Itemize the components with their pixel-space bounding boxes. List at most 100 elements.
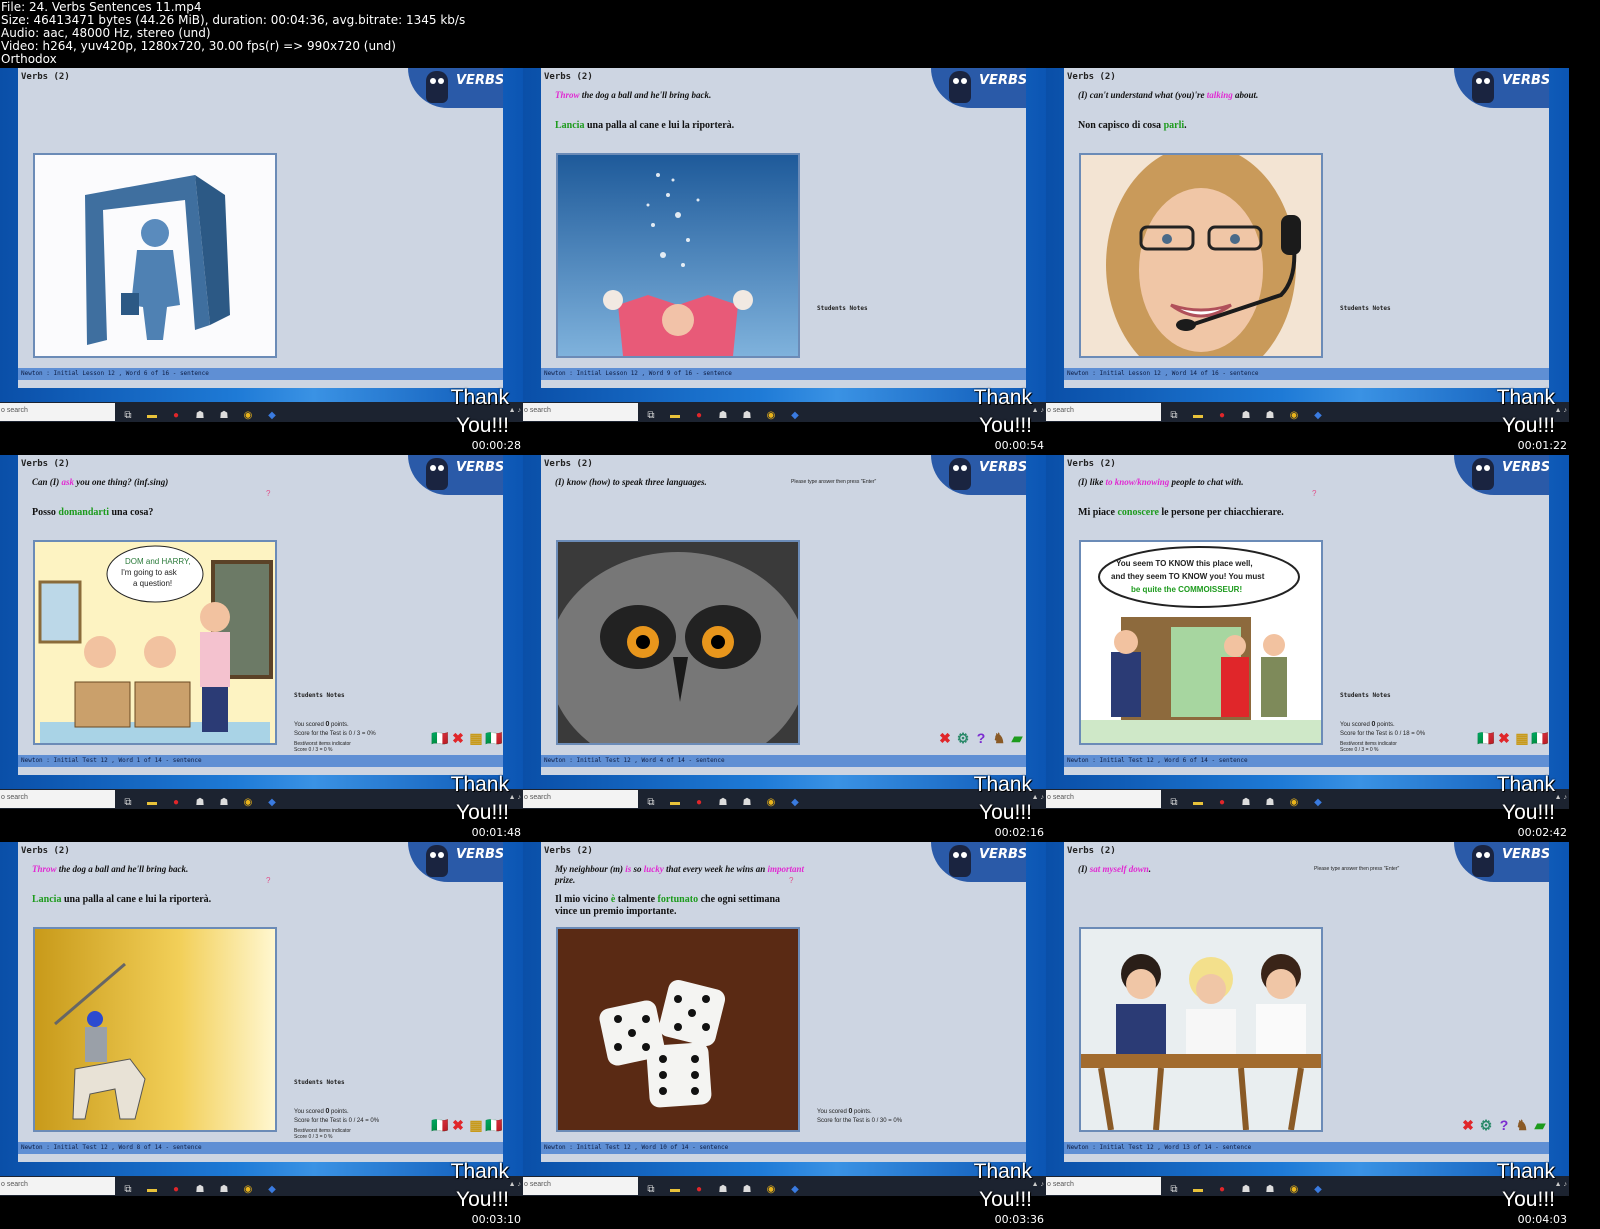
taskbar-search[interactable]: o search xyxy=(1046,790,1161,808)
file-explorer-icon[interactable]: ▬ xyxy=(1190,796,1206,810)
mascot-icon[interactable]: ♞ xyxy=(1513,1116,1531,1134)
chrome-icon[interactable]: ◉ xyxy=(240,1183,256,1197)
hint-question-mark[interactable]: ? xyxy=(266,876,270,885)
task-view-icon[interactable]: ⧉ xyxy=(1166,409,1182,423)
flag-it-back-icon[interactable]: 🇮🇹 xyxy=(431,1116,449,1134)
task-view-icon[interactable]: ⧉ xyxy=(643,409,659,423)
task-view-icon[interactable]: ⧉ xyxy=(1166,796,1182,810)
help-icon[interactable]: ? xyxy=(972,729,990,747)
taskbar-search[interactable]: o search xyxy=(1046,1177,1161,1195)
app-blue-icon[interactable]: ◆ xyxy=(1310,796,1326,810)
record-icon[interactable]: ● xyxy=(691,409,707,423)
taskbar-search[interactable]: o search xyxy=(523,790,638,808)
flag-it-back-icon[interactable]: 🇮🇹 xyxy=(1477,729,1495,747)
record-icon[interactable]: ● xyxy=(1214,409,1230,423)
file-explorer-icon[interactable]: ▬ xyxy=(667,1183,683,1197)
lesson-controls[interactable]: 🇮🇹 ✖ ▦ 🇮🇹 xyxy=(1477,729,1549,747)
app-icon[interactable]: ☗ xyxy=(192,409,208,423)
calendar-icon[interactable]: ▦ xyxy=(1513,729,1531,747)
flag-italy-icon[interactable]: ▰ xyxy=(1008,729,1026,747)
app-icon[interactable]: ☗ xyxy=(1238,796,1254,810)
close-icon[interactable]: ✖ xyxy=(449,729,467,747)
lesson-controls[interactable]: 🇮🇹 ✖ ▦ 🇮🇹 xyxy=(431,729,503,747)
app-blue-icon[interactable]: ◆ xyxy=(264,409,280,423)
app-icon-active[interactable]: ☗ xyxy=(216,796,232,810)
help-icon[interactable]: ? xyxy=(1495,1116,1513,1134)
lesson-controls[interactable]: 🇮🇹 ✖ ▦ 🇮🇹 xyxy=(431,1116,503,1134)
students-notes-label[interactable]: Students Notes xyxy=(294,692,345,699)
chrome-icon[interactable]: ◉ xyxy=(1286,409,1302,423)
record-icon[interactable]: ● xyxy=(691,1183,707,1197)
app-blue-icon[interactable]: ◆ xyxy=(787,796,803,810)
students-notes-label[interactable]: Students Notes xyxy=(817,305,868,312)
calendar-icon[interactable]: ▦ xyxy=(467,1116,485,1134)
task-view-icon[interactable]: ⧉ xyxy=(643,1183,659,1197)
record-icon[interactable]: ● xyxy=(168,796,184,810)
file-explorer-icon[interactable]: ▬ xyxy=(1190,1183,1206,1197)
app-icon[interactable]: ☗ xyxy=(192,796,208,810)
app-icon-active[interactable]: ☗ xyxy=(739,796,755,810)
app-icon-active[interactable]: ☗ xyxy=(216,1183,232,1197)
lesson-controls[interactable]: ✖ ⚙? ♞ ▰ xyxy=(936,729,1026,747)
app-icon-active[interactable]: ☗ xyxy=(739,409,755,423)
file-explorer-icon[interactable]: ▬ xyxy=(667,409,683,423)
gear-icon[interactable]: ⚙ xyxy=(1477,1116,1495,1134)
record-icon[interactable]: ● xyxy=(168,409,184,423)
close-icon[interactable]: ✖ xyxy=(1495,729,1513,747)
students-notes-label[interactable]: Students Notes xyxy=(294,1079,345,1086)
chrome-icon[interactable]: ◉ xyxy=(1286,796,1302,810)
flag-italy-icon[interactable]: ▰ xyxy=(1531,1116,1549,1134)
app-blue-icon[interactable]: ◆ xyxy=(264,796,280,810)
app-icon-active[interactable]: ☗ xyxy=(1262,409,1278,423)
app-blue-icon[interactable]: ◆ xyxy=(1310,1183,1326,1197)
record-icon[interactable]: ● xyxy=(168,1183,184,1197)
flag-italy-icon[interactable]: 🇮🇹 xyxy=(485,729,503,747)
chrome-icon[interactable]: ◉ xyxy=(1286,1183,1302,1197)
app-icon[interactable]: ☗ xyxy=(715,409,731,423)
record-icon[interactable]: ● xyxy=(1214,1183,1230,1197)
students-notes-label[interactable]: Students Notes xyxy=(1340,305,1391,312)
lesson-controls[interactable]: ✖ ⚙? ♞ ▰ xyxy=(1459,1116,1549,1134)
hint-question-mark[interactable]: ? xyxy=(266,489,270,498)
task-view-icon[interactable]: ⧉ xyxy=(120,409,136,423)
file-explorer-icon[interactable]: ▬ xyxy=(144,409,160,423)
app-blue-icon[interactable]: ◆ xyxy=(787,1183,803,1197)
file-explorer-icon[interactable]: ▬ xyxy=(1190,409,1206,423)
task-view-icon[interactable]: ⧉ xyxy=(643,796,659,810)
taskbar-search[interactable]: o search xyxy=(523,403,638,421)
app-icon-active[interactable]: ☗ xyxy=(216,409,232,423)
file-explorer-icon[interactable]: ▬ xyxy=(667,796,683,810)
taskbar-search[interactable]: o search xyxy=(0,790,115,808)
close-icon[interactable]: ✖ xyxy=(1459,1116,1477,1134)
hint-question-mark[interactable]: ? xyxy=(1312,489,1316,498)
chrome-icon[interactable]: ◉ xyxy=(240,409,256,423)
app-icon-active[interactable]: ☗ xyxy=(739,1183,755,1197)
app-blue-icon[interactable]: ◆ xyxy=(1310,409,1326,423)
flag-italy-icon[interactable]: 🇮🇹 xyxy=(485,1116,503,1134)
app-icon-active[interactable]: ☗ xyxy=(1262,1183,1278,1197)
close-icon[interactable]: ✖ xyxy=(449,1116,467,1134)
close-icon[interactable]: ✖ xyxy=(936,729,954,747)
chrome-icon[interactable]: ◉ xyxy=(240,796,256,810)
app-icon[interactable]: ☗ xyxy=(715,796,731,810)
app-icon[interactable]: ☗ xyxy=(1238,409,1254,423)
file-explorer-icon[interactable]: ▬ xyxy=(144,1183,160,1197)
record-icon[interactable]: ● xyxy=(691,796,707,810)
task-view-icon[interactable]: ⧉ xyxy=(120,1183,136,1197)
mascot-icon[interactable]: ♞ xyxy=(990,729,1008,747)
flag-italy-icon[interactable]: 🇮🇹 xyxy=(1531,729,1549,747)
app-blue-icon[interactable]: ◆ xyxy=(787,409,803,423)
task-view-icon[interactable]: ⧉ xyxy=(120,796,136,810)
taskbar-search[interactable]: o search xyxy=(1046,403,1161,421)
chrome-icon[interactable]: ◉ xyxy=(763,796,779,810)
app-icon[interactable]: ☗ xyxy=(715,1183,731,1197)
calendar-icon[interactable]: ▦ xyxy=(467,729,485,747)
app-icon[interactable]: ☗ xyxy=(192,1183,208,1197)
chrome-icon[interactable]: ◉ xyxy=(763,1183,779,1197)
task-view-icon[interactable]: ⧉ xyxy=(1166,1183,1182,1197)
record-icon[interactable]: ● xyxy=(1214,796,1230,810)
file-explorer-icon[interactable]: ▬ xyxy=(144,796,160,810)
taskbar-search[interactable]: o search xyxy=(0,1177,115,1195)
app-blue-icon[interactable]: ◆ xyxy=(264,1183,280,1197)
hint-question-mark[interactable]: ? xyxy=(789,876,793,885)
